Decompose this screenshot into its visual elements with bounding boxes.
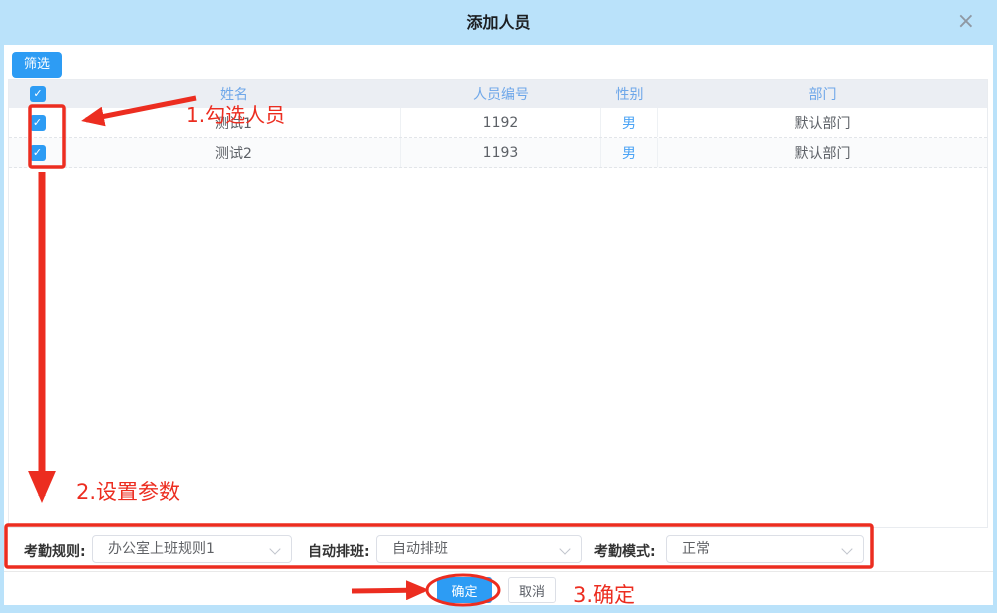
cell-person-id: 1193 <box>401 138 601 167</box>
table-body: 测试1 1192 男 默认部门 测试2 1193 男 默认部门 <box>9 108 987 168</box>
chevron-down-icon <box>269 543 280 554</box>
attendance-mode-select[interactable]: 正常 <box>666 535 864 563</box>
table-header-row: 姓名 人员编号 性别 部门 <box>9 80 987 108</box>
attendance-mode-value: 正常 <box>682 541 710 557</box>
column-header-person-id: 人员编号 <box>401 80 601 108</box>
attendance-rule-value: 办公室上班规则1 <box>108 541 215 557</box>
auto-schedule-value: 自动排班 <box>392 541 448 557</box>
personnel-table: 姓名 人员编号 性别 部门 测试1 1192 男 默认部门 测试2 1193 男… <box>8 79 988 528</box>
row-checkbox[interactable] <box>30 115 46 131</box>
table-row[interactable]: 测试1 1192 男 默认部门 <box>9 108 987 138</box>
cell-name: 测试2 <box>67 138 401 167</box>
attendance-mode-label: 考勤模式: <box>594 541 656 561</box>
footer-divider <box>4 571 993 572</box>
cell-department: 默认部门 <box>658 138 987 167</box>
filter-button[interactable]: 筛选 <box>12 52 62 78</box>
cell-department: 默认部门 <box>658 108 987 137</box>
row-checkbox[interactable] <box>30 145 46 161</box>
select-all-checkbox[interactable] <box>30 86 46 102</box>
auto-schedule-select[interactable]: 自动排班 <box>376 535 582 563</box>
confirm-button[interactable]: 确定 <box>437 577 492 603</box>
cell-gender: 男 <box>601 108 658 137</box>
column-header-department: 部门 <box>658 80 987 108</box>
column-header-gender: 性别 <box>601 80 658 108</box>
chevron-down-icon <box>841 543 852 554</box>
auto-schedule-label: 自动排班: <box>308 541 370 561</box>
column-header-name: 姓名 <box>67 80 401 108</box>
table-row[interactable]: 测试2 1193 男 默认部门 <box>9 138 987 168</box>
cell-gender: 男 <box>601 138 658 167</box>
attendance-rule-select[interactable]: 办公室上班规则1 <box>92 535 292 563</box>
attendance-rule-label: 考勤规则: <box>24 541 86 561</box>
dialog-title: 添加人员 <box>0 0 997 45</box>
chevron-down-icon <box>559 543 570 554</box>
cell-person-id: 1192 <box>401 108 601 137</box>
cell-name: 测试1 <box>67 108 401 137</box>
close-icon[interactable]: × <box>957 0 975 45</box>
cancel-button[interactable]: 取消 <box>508 577 556 603</box>
